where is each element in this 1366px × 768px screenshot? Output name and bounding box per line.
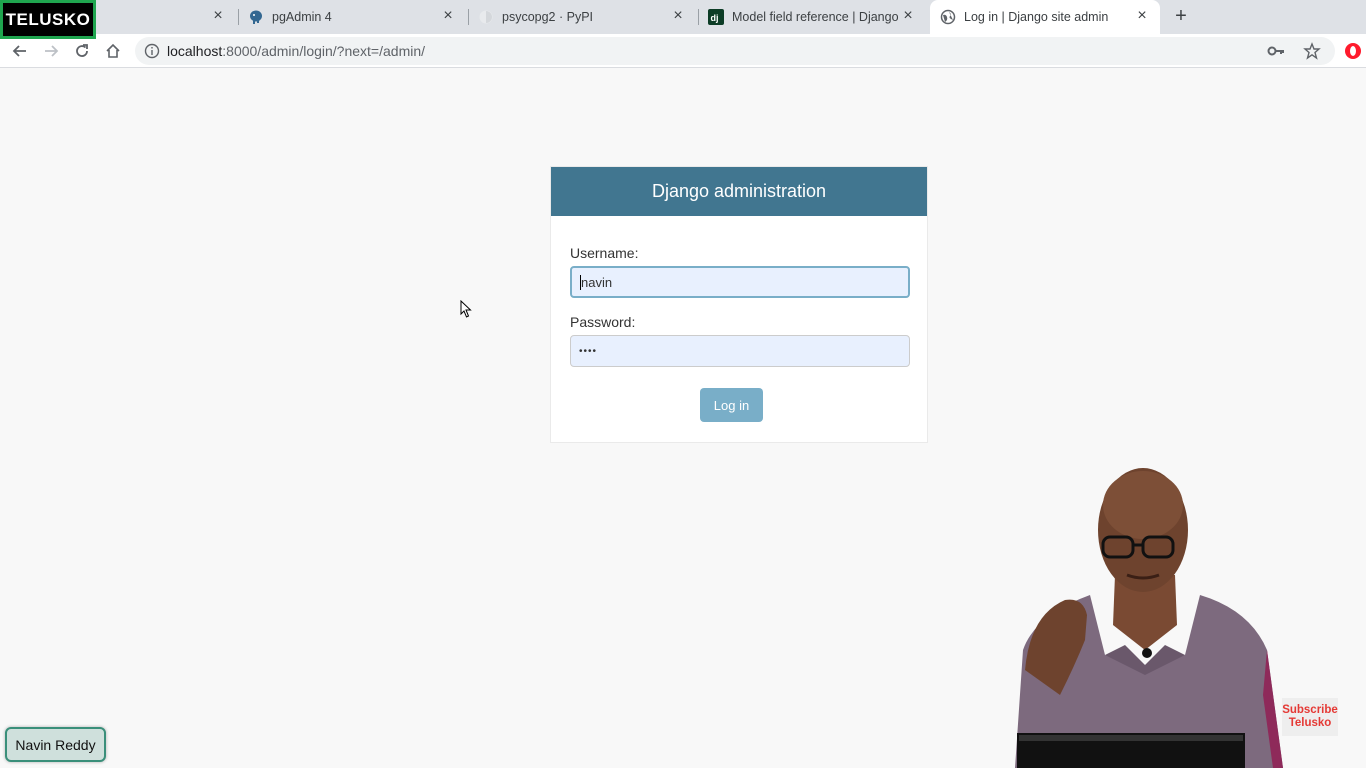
close-icon[interactable]: × [900,8,916,24]
back-arrow-icon[interactable] [9,40,31,62]
pypi-icon [478,9,494,25]
presenter-video [1015,468,1283,768]
tab-separator [238,9,239,25]
home-icon[interactable] [102,40,124,62]
key-icon[interactable] [1267,43,1285,59]
close-icon[interactable]: × [440,8,456,24]
tab-pgadmin[interactable]: pgAdmin 4 × [248,0,466,34]
subscribe-line-2: Telusko [1288,717,1332,729]
close-icon[interactable]: × [670,8,686,24]
tab-1[interactable]: × [96,0,236,34]
tab-pypi[interactable]: psycopg2 · PyPI × [478,0,696,34]
mouse-cursor-icon [460,300,472,318]
password-input[interactable]: •••• [570,335,910,367]
tab-separator [698,9,699,25]
tab-django-admin-login[interactable]: Log in | Django site admin × [930,0,1160,34]
new-tab-plus-icon[interactable]: + [1170,5,1192,27]
close-icon[interactable]: × [210,8,226,24]
password-label: Password: [570,314,636,330]
username-input[interactable]: navin [570,266,910,298]
tab-django-docs[interactable]: dj Model field reference | Django d × [708,0,926,34]
presenter-name-badge: Navin Reddy [5,727,106,762]
globe-icon [940,9,956,25]
login-panel: Django administration Username: navin Pa… [550,166,928,443]
url-path: :8000/admin/login/?next=/admin/ [222,43,426,59]
username-label: Username: [570,245,639,261]
reload-icon[interactable] [71,40,93,62]
tab-separator [468,9,469,25]
site-title: Django administration [651,181,827,201]
username-value: navin [581,274,613,290]
subscribe-watermark[interactable]: Subscribe Telusko [1282,698,1338,736]
forward-arrow-icon[interactable] [40,40,62,62]
elephant-icon [248,9,264,25]
tab-strip: TELUSKO × pgAdmin 4 × psycopg2 · PyPI × … [0,0,1366,39]
login-header: Django administration [551,167,927,216]
svg-text:dj: dj [711,13,719,23]
url-text[interactable]: localhost:8000/admin/login/?next=/admin/ [167,43,425,59]
telusko-logo: TELUSKO [0,0,96,39]
opera-extension-icon[interactable] [1344,42,1362,60]
close-icon[interactable]: × [1134,8,1150,24]
url-host: localhost [167,43,223,59]
browser-toolbar: localhost:8000/admin/login/?next=/admin/ [0,34,1366,68]
password-value: •••• [579,345,598,357]
subscribe-line-1: Subscribe [1282,704,1338,716]
login-button[interactable]: Log in [700,388,763,422]
address-bar[interactable]: localhost:8000/admin/login/?next=/admin/ [135,37,1335,65]
django-icon: dj [708,9,724,25]
star-icon[interactable] [1303,42,1321,60]
info-icon[interactable] [144,43,160,59]
